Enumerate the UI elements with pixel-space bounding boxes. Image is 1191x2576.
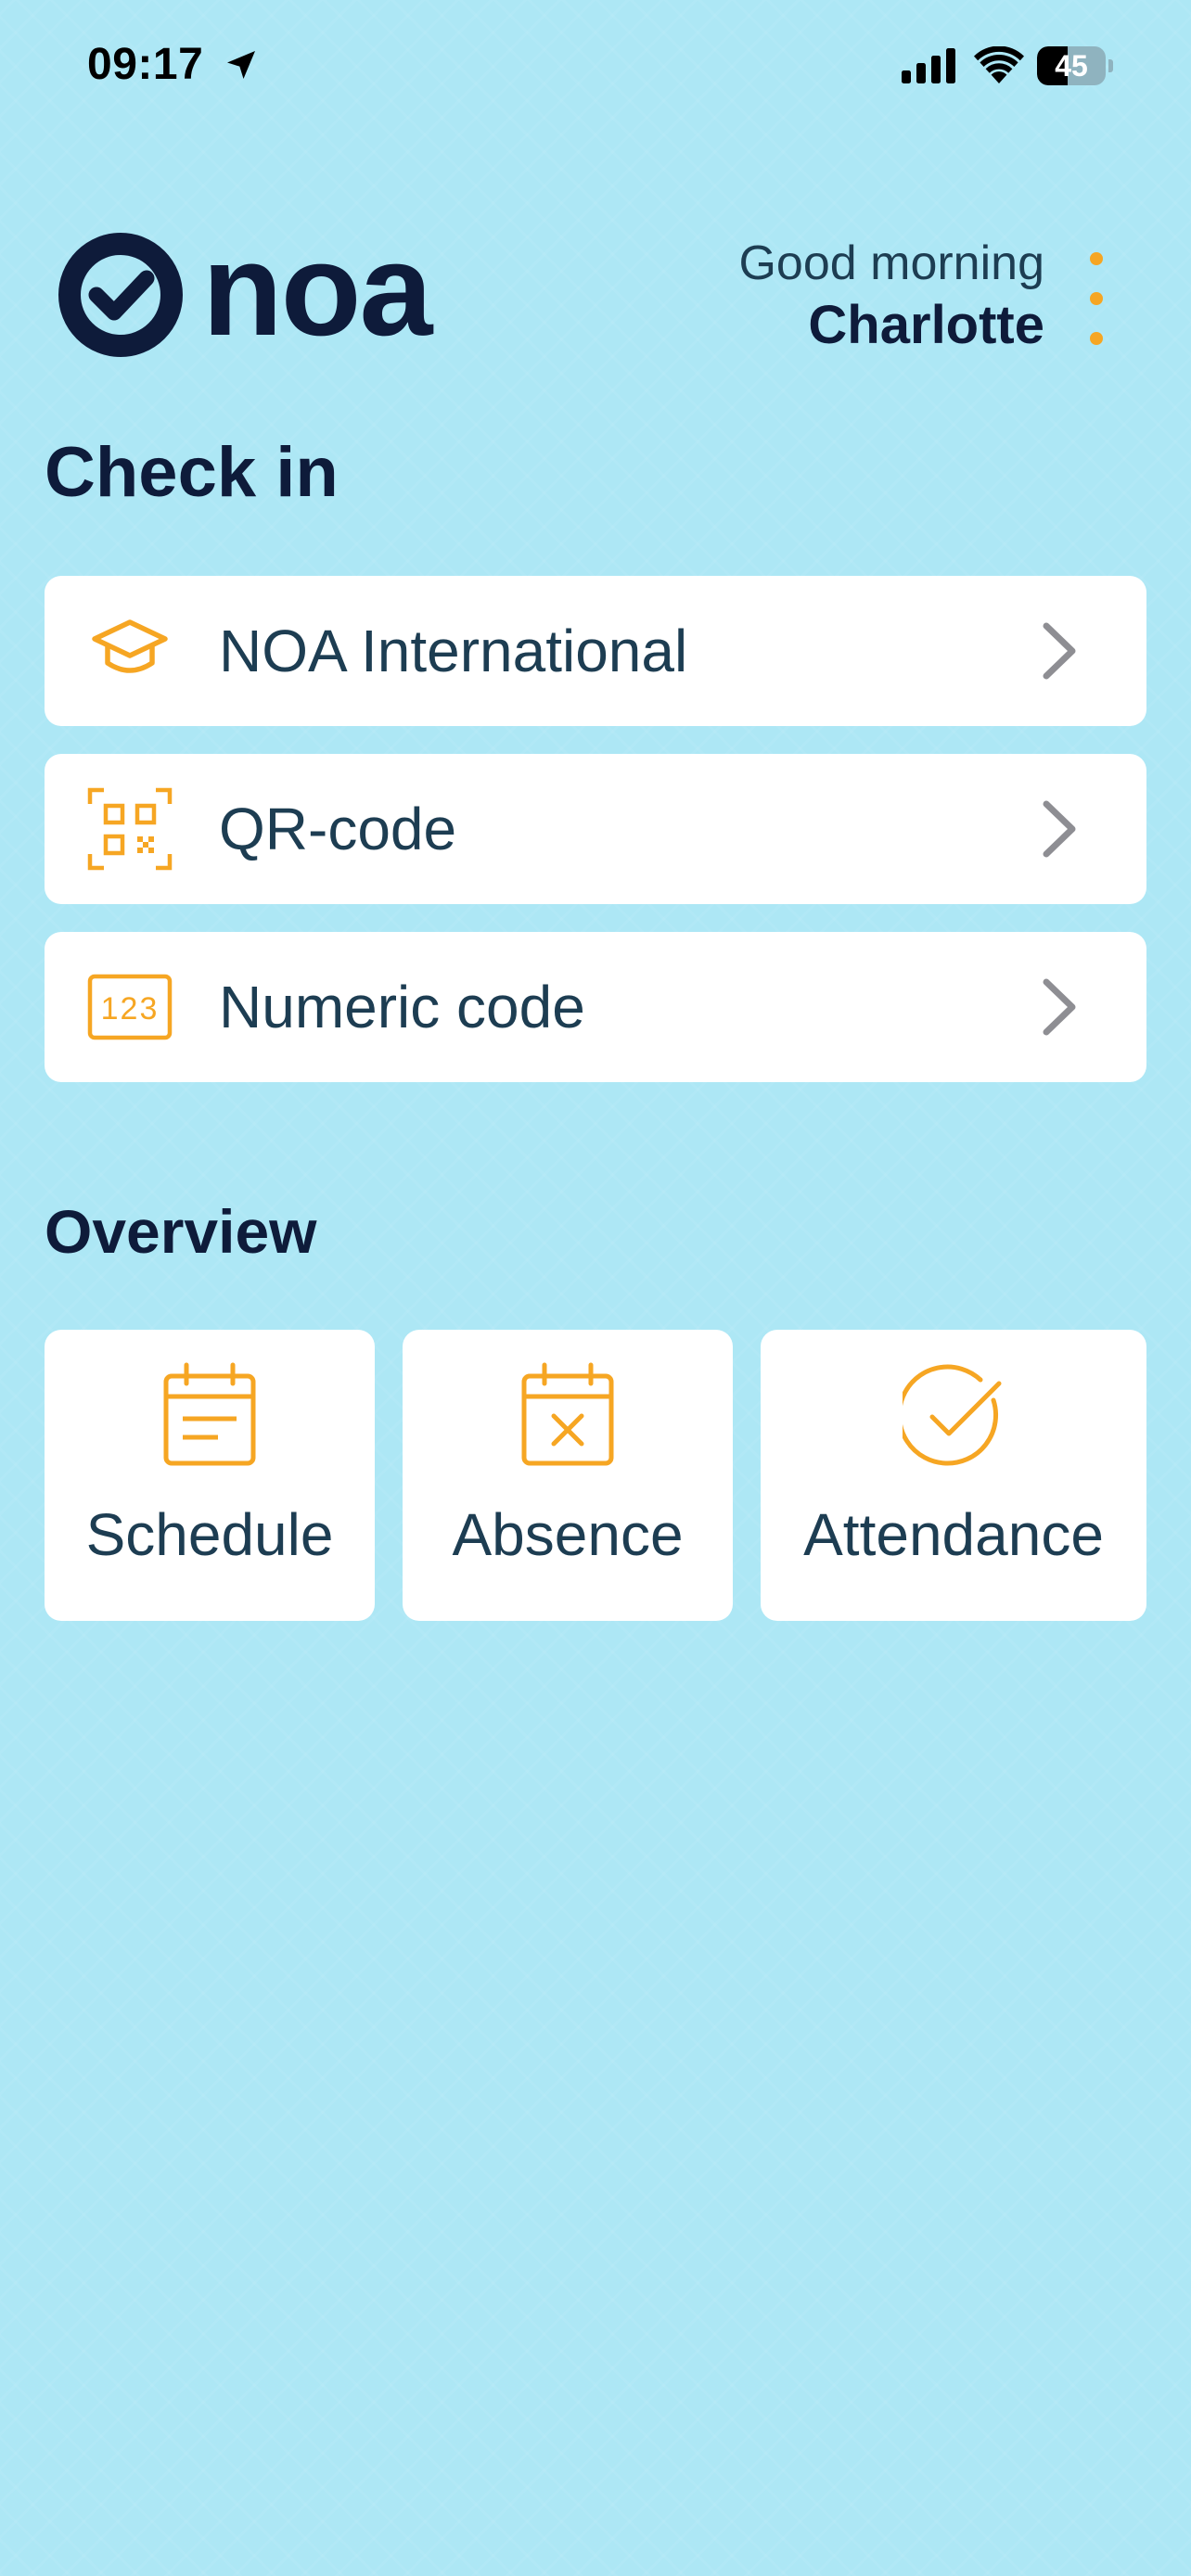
checkin-noa-international[interactable]: NOA International [45,576,1146,726]
battery-tip [1108,59,1113,72]
menu-dot [1090,292,1103,305]
calendar-schedule-icon [163,1362,256,1466]
overview-title: Overview [45,1197,317,1266]
checkin-title: Check in [45,433,339,512]
overview-attendance-card[interactable]: Attendance [761,1330,1146,1621]
more-vertical-icon[interactable] [1076,252,1117,345]
battery-percent: 45 [1055,49,1088,83]
checkin-list: NOA International QR-code 123 Numeric co… [45,576,1146,1110]
logo-text: noa [202,216,432,363]
greeting-text: Good morning [738,236,1044,290]
overview-grid: Schedule Absence Attendance [45,1330,1146,1621]
status-bar: 09:17 45 [0,0,1191,139]
checkin-item-label: QR-code [219,796,457,862]
battery-body: 45 [1037,46,1106,85]
overview-card-label: Attendance [803,1501,1104,1568]
checkin-numeric-code[interactable]: 123 Numeric code [45,932,1146,1082]
chevron-right-icon [1043,622,1076,680]
cellular-signal-icon [902,48,955,83]
wifi-icon [974,46,1024,83]
numeric-code-icon: 123 [87,974,173,1040]
battery-icon: 45 [1037,46,1115,85]
check-circle-logo-icon [58,233,183,357]
chevron-right-icon [1043,800,1076,858]
location-arrow-icon [227,51,255,79]
status-time: 09:17 [87,40,204,89]
menu-dot [1090,252,1103,265]
calendar-absence-icon [521,1362,614,1466]
overview-schedule-card[interactable]: Schedule [45,1330,375,1621]
checkin-item-label: Numeric code [219,974,585,1040]
menu-dot [1090,332,1103,345]
checkin-qr-code[interactable]: QR-code [45,754,1146,904]
greeting: Good morning Charlotte [738,234,1044,358]
noa-logo: noa [58,216,438,363]
overview-card-label: Absence [452,1501,684,1568]
checkin-item-label: NOA International [219,618,688,684]
qr-code-icon [87,787,173,871]
chevron-right-icon [1043,978,1076,1036]
graduation-cap-icon [92,619,168,673]
user-name: Charlotte [808,295,1044,355]
numeric-code-icon-text: 123 [101,991,160,1027]
check-circle-icon [903,1364,1002,1466]
overview-card-label: Schedule [85,1501,334,1568]
overview-absence-card[interactable]: Absence [403,1330,733,1621]
